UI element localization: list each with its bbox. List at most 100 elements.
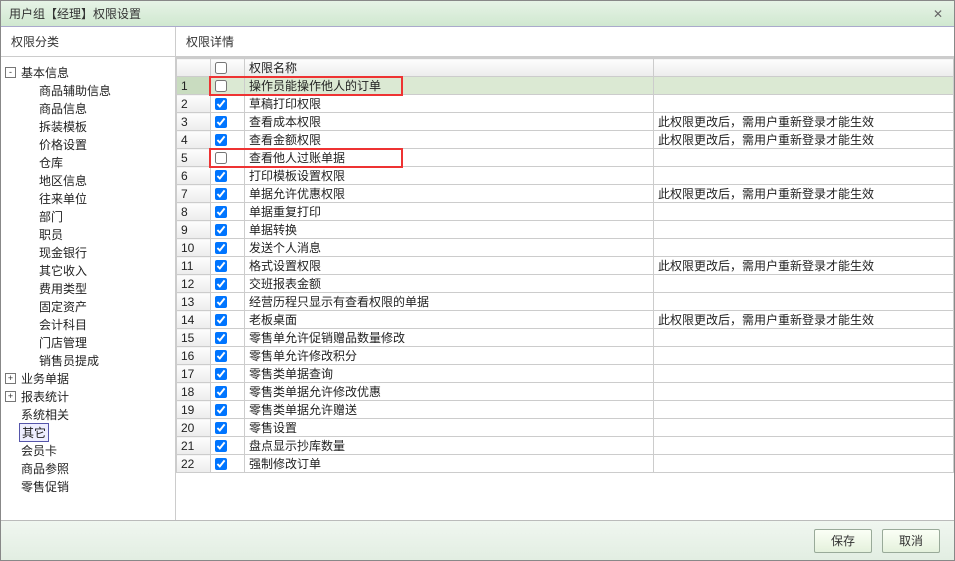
- row-checkbox[interactable]: [215, 350, 227, 362]
- row-check-cell[interactable]: [211, 113, 245, 131]
- tree-item[interactable]: 零售促销: [5, 477, 171, 495]
- tree-item[interactable]: 商品辅助信息: [5, 81, 171, 99]
- table-row[interactable]: 17零售类单据查询: [177, 365, 954, 383]
- tree-item[interactable]: 仓库: [5, 153, 171, 171]
- table-row[interactable]: 4查看金额权限此权限更改后，需用户重新登录才能生效: [177, 131, 954, 149]
- row-checkbox[interactable]: [215, 206, 227, 218]
- row-checkbox[interactable]: [215, 188, 227, 200]
- tree-label[interactable]: 仓库: [37, 154, 65, 171]
- row-check-cell[interactable]: [211, 383, 245, 401]
- row-checkbox[interactable]: [215, 440, 227, 452]
- row-checkbox[interactable]: [215, 314, 227, 326]
- row-checkbox[interactable]: [215, 242, 227, 254]
- tree-item[interactable]: 其它: [5, 423, 171, 441]
- row-check-cell[interactable]: [211, 221, 245, 239]
- expand-icon[interactable]: +: [5, 373, 16, 384]
- table-row[interactable]: 11格式设置权限此权限更改后，需用户重新登录才能生效: [177, 257, 954, 275]
- tree-label[interactable]: 其它: [19, 423, 49, 442]
- tree-label[interactable]: 商品信息: [37, 100, 89, 117]
- row-check-cell[interactable]: [211, 293, 245, 311]
- row-check-cell[interactable]: [211, 401, 245, 419]
- tree-item[interactable]: +报表统计: [5, 387, 171, 405]
- close-icon[interactable]: ✕: [930, 6, 946, 22]
- table-row[interactable]: 21盘点显示抄库数量: [177, 437, 954, 455]
- table-row[interactable]: 1操作员能操作他人的订单: [177, 77, 954, 95]
- table-row[interactable]: 22强制修改订单: [177, 455, 954, 473]
- tree-label[interactable]: 业务单据: [19, 370, 71, 387]
- row-check-cell[interactable]: [211, 455, 245, 473]
- tree-item[interactable]: -基本信息: [5, 63, 171, 81]
- tree-label[interactable]: 拆装模板: [37, 118, 89, 135]
- save-button[interactable]: 保存: [814, 529, 872, 553]
- cancel-button[interactable]: 取消: [882, 529, 940, 553]
- tree-label[interactable]: 价格设置: [37, 136, 89, 153]
- row-check-cell[interactable]: [211, 437, 245, 455]
- tree-label[interactable]: 门店管理: [37, 334, 89, 351]
- tree-label[interactable]: 商品参照: [19, 460, 71, 477]
- row-check-cell[interactable]: [211, 239, 245, 257]
- table-row[interactable]: 20零售设置: [177, 419, 954, 437]
- tree-item[interactable]: +业务单据: [5, 369, 171, 387]
- tree-item[interactable]: 系统相关: [5, 405, 171, 423]
- row-checkbox[interactable]: [215, 404, 227, 416]
- tree-label[interactable]: 固定资产: [37, 298, 89, 315]
- tree-label[interactable]: 报表统计: [19, 388, 71, 405]
- row-check-cell[interactable]: [211, 419, 245, 437]
- tree-item[interactable]: 往来单位: [5, 189, 171, 207]
- check-all[interactable]: [215, 62, 227, 74]
- row-checkbox[interactable]: [215, 80, 227, 92]
- collapse-icon[interactable]: -: [5, 67, 16, 78]
- table-row[interactable]: 5查看他人过账单据: [177, 149, 954, 167]
- table-row[interactable]: 18零售类单据允许修改优惠: [177, 383, 954, 401]
- row-checkbox[interactable]: [215, 98, 227, 110]
- tree-label[interactable]: 零售促销: [19, 478, 71, 495]
- tree-label[interactable]: 商品辅助信息: [37, 82, 113, 99]
- tree-label[interactable]: 地区信息: [37, 172, 89, 189]
- row-check-cell[interactable]: [211, 365, 245, 383]
- tree-label[interactable]: 销售员提成: [37, 352, 101, 369]
- table-row[interactable]: 7单据允许优惠权限此权限更改后，需用户重新登录才能生效: [177, 185, 954, 203]
- row-check-cell[interactable]: [211, 185, 245, 203]
- tree-item[interactable]: 其它收入: [5, 261, 171, 279]
- tree-item[interactable]: 价格设置: [5, 135, 171, 153]
- tree-item[interactable]: 费用类型: [5, 279, 171, 297]
- table-row[interactable]: 9单据转换: [177, 221, 954, 239]
- table-row[interactable]: 10发送个人消息: [177, 239, 954, 257]
- tree-label[interactable]: 往来单位: [37, 190, 89, 207]
- row-check-cell[interactable]: [211, 149, 245, 167]
- tree-label[interactable]: 职员: [37, 226, 65, 243]
- row-check-cell[interactable]: [211, 329, 245, 347]
- row-check-cell[interactable]: [211, 203, 245, 221]
- row-check-cell[interactable]: [211, 95, 245, 113]
- table-row[interactable]: 16零售单允许修改积分: [177, 347, 954, 365]
- tree-label[interactable]: 费用类型: [37, 280, 89, 297]
- row-checkbox[interactable]: [215, 296, 227, 308]
- table-row[interactable]: 13经营历程只显示有查看权限的单据: [177, 293, 954, 311]
- row-check-cell[interactable]: [211, 311, 245, 329]
- row-checkbox[interactable]: [215, 278, 227, 290]
- category-tree[interactable]: -基本信息商品辅助信息商品信息拆装模板价格设置仓库地区信息往来单位部门职员现金银…: [1, 57, 175, 520]
- tree-label[interactable]: 会员卡: [19, 442, 59, 459]
- row-checkbox[interactable]: [215, 260, 227, 272]
- row-checkbox[interactable]: [215, 386, 227, 398]
- tree-item[interactable]: 现金银行: [5, 243, 171, 261]
- row-check-cell[interactable]: [211, 167, 245, 185]
- table-row[interactable]: 14老板桌面此权限更改后，需用户重新登录才能生效: [177, 311, 954, 329]
- row-checkbox[interactable]: [215, 422, 227, 434]
- row-check-cell[interactable]: [211, 347, 245, 365]
- table-row[interactable]: 2草稿打印权限: [177, 95, 954, 113]
- row-check-cell[interactable]: [211, 275, 245, 293]
- tree-item[interactable]: 会计科目: [5, 315, 171, 333]
- tree-item[interactable]: 销售员提成: [5, 351, 171, 369]
- row-checkbox[interactable]: [215, 224, 227, 236]
- tree-item[interactable]: 职员: [5, 225, 171, 243]
- tree-label[interactable]: 会计科目: [37, 316, 89, 333]
- row-checkbox[interactable]: [215, 368, 227, 380]
- tree-item[interactable]: 拆装模板: [5, 117, 171, 135]
- tree-item[interactable]: 部门: [5, 207, 171, 225]
- tree-label[interactable]: 基本信息: [19, 64, 71, 81]
- expand-icon[interactable]: +: [5, 391, 16, 402]
- tree-label[interactable]: 系统相关: [19, 406, 71, 423]
- tree-label[interactable]: 部门: [37, 208, 65, 225]
- table-row[interactable]: 19零售类单据允许赠送: [177, 401, 954, 419]
